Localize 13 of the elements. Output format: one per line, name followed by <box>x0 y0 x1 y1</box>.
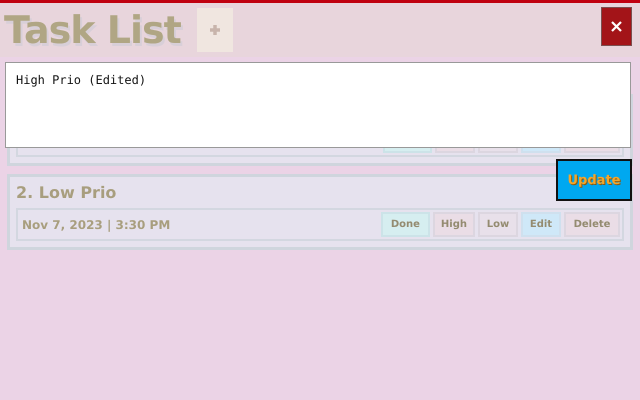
close-icon <box>611 21 622 32</box>
page-title: Task List <box>4 8 181 52</box>
delete-button[interactable]: Delete <box>564 212 620 237</box>
task-date: Nov 7, 2023 | 3:30 PM <box>22 218 170 232</box>
low-button[interactable]: Low <box>478 212 518 237</box>
close-button[interactable] <box>601 7 632 46</box>
edit-button[interactable]: Edit <box>521 212 561 237</box>
task-title: 2. Low Prio <box>16 182 118 204</box>
done-button[interactable]: Done <box>380 212 430 237</box>
add-button[interactable] <box>196 8 233 52</box>
high-button[interactable]: High <box>432 212 475 237</box>
task-text-field[interactable]: High Prio (Edited) <box>5 62 631 148</box>
plus-icon <box>208 24 221 36</box>
